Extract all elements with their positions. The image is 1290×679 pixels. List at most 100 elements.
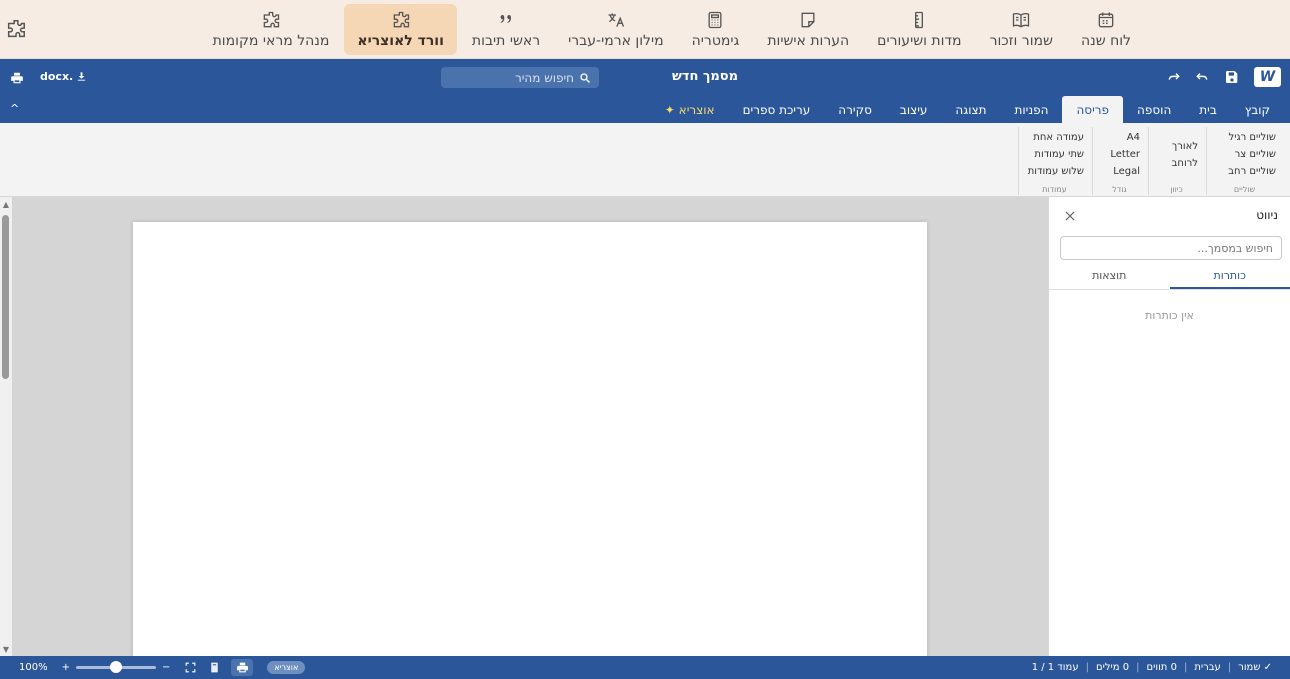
zoom-slider-knob[interactable]	[109, 661, 122, 673]
puzzle-icon	[261, 10, 281, 30]
zoom-out-button[interactable]: −	[162, 662, 170, 673]
ruler-icon	[909, 10, 929, 30]
book-view-icon	[208, 661, 221, 674]
tool-year-calendar[interactable]: לוח שנה	[1068, 4, 1144, 55]
tool-label: לוח שנה	[1080, 33, 1131, 49]
tab-design[interactable]: עיצוב	[886, 96, 942, 123]
size-legal-button[interactable]: Legal	[1093, 163, 1146, 180]
tools-bar: לוח שנה שמור וזכור מדות ושיעורים הערות א…	[0, 0, 1290, 59]
navigation-tabs: כותרות תוצאות	[1049, 265, 1290, 290]
columns-group: עמודה אחת שתי עמודות שלוש עמודות עמודות	[1018, 127, 1090, 195]
tool-label: שמור וזכור	[989, 33, 1053, 49]
tool-label: וורד לאוצריא	[357, 33, 444, 49]
no-headings-message: אין כותרות	[1145, 309, 1194, 322]
language-indicator[interactable]: עברית	[1194, 662, 1221, 673]
scroll-down-icon[interactable]: ▼	[1, 645, 11, 654]
undo-icon[interactable]	[1194, 69, 1210, 85]
navigation-pane: ניווט כותרות תוצאות אין כותרות	[1048, 197, 1290, 656]
tab-home[interactable]: בית	[1185, 96, 1231, 123]
tab-view[interactable]: תצוגה	[941, 96, 1000, 123]
save-icon[interactable]	[1224, 69, 1240, 85]
ribbon-tabs: קובץ בית הוספה פריסה הפניות תצוגה עיצוב …	[651, 96, 1284, 123]
tab-book-editing[interactable]: עריכת ספרים	[729, 96, 825, 123]
margins-wide-button[interactable]: שוליים רחב	[1207, 163, 1282, 180]
quote-icon	[496, 10, 516, 30]
tool-references-manager[interactable]: מנהל מראי מקומות	[200, 4, 343, 55]
page-count: עמוד 1 / 1	[1031, 662, 1079, 673]
download-icon	[76, 71, 87, 82]
redo-icon[interactable]	[1166, 69, 1182, 85]
margins-normal-button[interactable]: שוליים רגיל	[1207, 129, 1282, 146]
tab-layout[interactable]: פריסה	[1062, 96, 1124, 123]
print-icon[interactable]	[10, 70, 24, 84]
docx-label: docx.	[40, 70, 74, 83]
tab-file[interactable]: קובץ	[1231, 96, 1284, 123]
status-separator: |	[1085, 662, 1089, 673]
otzaria-badge[interactable]: אוצריא	[267, 661, 306, 674]
tool-word-otzaria[interactable]: וורד לאוצריא	[344, 4, 457, 55]
group-label: כיוון	[1170, 185, 1183, 194]
size-a4-button[interactable]: A4	[1093, 129, 1146, 146]
columns-three-button[interactable]: שלוש עמודות	[1019, 163, 1090, 180]
download-docx-button[interactable]: docx.	[40, 70, 87, 83]
orientation-portrait-button[interactable]: לאורך	[1149, 138, 1204, 155]
zoom-level: 100%	[19, 662, 48, 673]
puzzle-settings-icon[interactable]	[5, 18, 27, 40]
book-icon	[1011, 10, 1031, 30]
ribbon-tabs-bar: ^ קובץ בית הוספה פריסה הפניות תצוגה עיצו…	[0, 96, 1290, 123]
quick-search[interactable]	[441, 67, 599, 88]
tab-otzaria-ai[interactable]: ✦ אוצריא	[651, 96, 729, 123]
orientation-landscape-button[interactable]: לרוחב	[1149, 155, 1204, 172]
ribbon-panel: שוליים רגיל שוליים צר שוליים רחב שוליים …	[0, 123, 1290, 197]
navigation-title: ניווט	[1256, 208, 1278, 222]
status-separator: |	[1183, 662, 1188, 673]
tab-references[interactable]: הפניות	[1000, 96, 1062, 123]
tool-aramaic-dictionary[interactable]: מילון ארמי-עברי	[555, 4, 677, 55]
tool-acronyms[interactable]: ראשי תיבות	[459, 4, 553, 55]
orientation-group: לאורך לרוחב כיוון	[1148, 127, 1204, 195]
scroll-up-icon[interactable]: ▲	[1, 200, 11, 209]
status-separator: |	[1227, 662, 1232, 673]
zoom-slider[interactable]	[75, 661, 156, 673]
group-label: גודל	[1112, 185, 1127, 194]
vertical-scrollbar[interactable]: ▲ ▼	[0, 197, 12, 656]
group-label: שוליים	[1233, 185, 1256, 194]
char-count: 0 תווים	[1146, 662, 1177, 673]
word-count: 0 מילים	[1095, 662, 1130, 673]
tool-label: מילון ארמי-עברי	[568, 33, 664, 49]
read-mode-button[interactable]	[203, 659, 225, 676]
note-icon	[798, 10, 818, 30]
group-label: עמודות	[1042, 185, 1067, 194]
quick-search-input[interactable]	[464, 70, 574, 85]
tab-review[interactable]: סקירה	[824, 96, 886, 123]
tool-label: הערות אישיות	[767, 33, 850, 49]
close-icon[interactable]	[1063, 208, 1077, 222]
size-letter-button[interactable]: Letter	[1093, 146, 1146, 163]
margins-group: שוליים רגיל שוליים צר שוליים רחב שוליים	[1206, 127, 1282, 195]
status-bar: עמוד 1 / 1 | 0 מילים | 0 תווים | עברית |…	[0, 656, 1290, 679]
zoom-in-button[interactable]: +	[62, 662, 70, 673]
document-search-input[interactable]	[1060, 236, 1282, 260]
document-title[interactable]: מסמך חדש	[650, 69, 760, 84]
margins-narrow-button[interactable]: שוליים צר	[1207, 146, 1282, 163]
columns-two-button[interactable]: שתי עמודות	[1019, 146, 1090, 163]
status-separator: |	[1136, 662, 1140, 673]
document-page[interactable]	[133, 222, 927, 662]
columns-one-button[interactable]: עמודה אחת	[1019, 129, 1090, 146]
tools-list: לוח שנה שמור וזכור מדות ושיעורים הערות א…	[200, 4, 1144, 55]
print-layout-button[interactable]	[231, 659, 254, 676]
word-logo: W	[1254, 67, 1281, 87]
tool-gematria[interactable]: גימטריה	[679, 4, 753, 55]
tool-remember[interactable]: שמור וזכור	[977, 4, 1066, 55]
fullscreen-icon[interactable]	[184, 661, 197, 674]
tool-personal-notes[interactable]: הערות אישיות	[754, 4, 862, 55]
tab-insert[interactable]: הוספה	[1123, 96, 1185, 123]
scrollbar-thumb[interactable]	[2, 215, 9, 379]
document-canvas	[12, 197, 1048, 662]
puzzle-icon	[391, 10, 411, 30]
status-info: עמוד 1 / 1 | 0 מילים | 0 תווים | עברית |…	[1032, 656, 1272, 679]
collapse-ribbon-icon[interactable]: ^	[10, 102, 19, 115]
tab-headings[interactable]: כותרות	[1169, 265, 1290, 289]
tool-measures[interactable]: מדות ושיעורים	[864, 4, 974, 55]
tab-results[interactable]: תוצאות	[1049, 265, 1170, 289]
